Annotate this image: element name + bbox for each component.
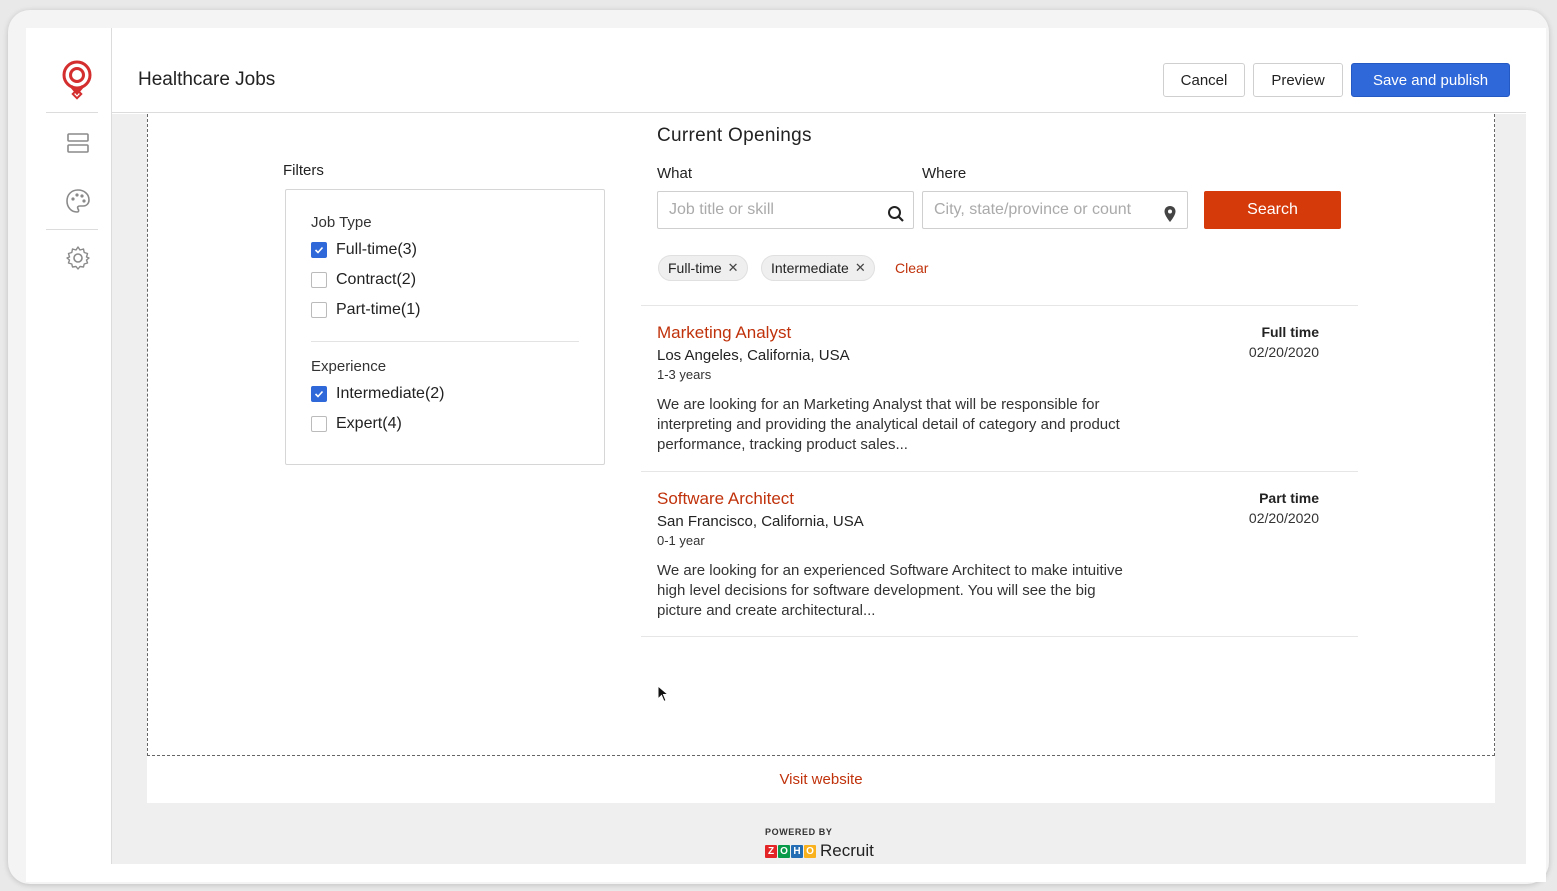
powered-by-badge[interactable]: POWERED BY Z O H O Recruit — [765, 827, 874, 861]
filter-label: Contract(2) — [336, 271, 417, 288]
filters-panel: Job Type Full-time(3) Contract(2) Part-t… — [285, 189, 605, 465]
job-date: 02/20/2020 — [1248, 344, 1319, 360]
what-placeholder: Job title or skill — [669, 201, 774, 218]
filter-checkbox-full-time[interactable]: Full-time(3) — [311, 241, 417, 259]
filter-label: Intermediate(2) — [336, 385, 445, 402]
checkbox-checked-icon[interactable] — [311, 386, 327, 402]
checkbox-icon[interactable] — [311, 416, 327, 432]
active-filter-chip[interactable]: Full-time ✕ — [658, 255, 748, 281]
filter-checkbox-contract[interactable]: Contract(2) — [311, 271, 416, 289]
settings-gear-icon[interactable] — [64, 244, 92, 272]
sidebar — [26, 28, 112, 864]
job-divider — [641, 636, 1358, 637]
zoho-letter: H — [791, 844, 803, 858]
palette-icon[interactable] — [64, 187, 92, 215]
brand-logo-icon[interactable] — [60, 60, 94, 100]
filter-divider — [311, 341, 579, 342]
editor-frame: Healthcare Jobs Cancel Preview Save and … — [26, 28, 1546, 882]
remove-chip-icon[interactable]: ✕ — [728, 260, 739, 276]
filter-checkbox-intermediate[interactable]: Intermediate(2) — [311, 385, 445, 403]
footer-strip: Visit website — [147, 756, 1495, 803]
clear-filters-link[interactable]: Clear — [895, 260, 928, 276]
job-divider — [641, 305, 1358, 306]
filter-checkbox-part-time[interactable]: Part-time(1) — [311, 301, 420, 319]
where-placeholder: City, state/province or count — [934, 201, 1132, 218]
mouse-cursor-icon — [657, 684, 670, 708]
filter-group-title: Job Type — [311, 214, 372, 231]
zoho-logo-icon: Z O H O — [765, 844, 816, 858]
sidebar-divider — [46, 229, 98, 230]
cancel-button[interactable]: Cancel — [1163, 63, 1245, 97]
filter-label: Part-time(1) — [336, 301, 421, 318]
job-date: 02/20/2020 — [1248, 510, 1319, 526]
app-window: Healthcare Jobs Cancel Preview Save and … — [8, 10, 1549, 884]
zoho-letter: O — [778, 844, 790, 858]
powered-by-label: POWERED BY — [765, 827, 833, 837]
job-experience: 0-1 year — [657, 533, 705, 548]
page-title: Healthcare Jobs — [138, 69, 276, 90]
preview-button[interactable]: Preview — [1253, 63, 1343, 97]
job-experience: 1-3 years — [657, 367, 712, 382]
visit-website-link[interactable]: Visit website — [147, 771, 1495, 788]
filter-group-title: Experience — [311, 358, 387, 375]
what-search-input[interactable]: Job title or skill — [657, 191, 914, 229]
job-location: Los Angeles, California, USA — [657, 347, 850, 364]
job-divider — [641, 471, 1358, 472]
job-title-link[interactable]: Software Architect — [657, 489, 794, 509]
chip-label: Full-time — [668, 260, 722, 276]
top-header: Healthcare Jobs Cancel Preview Save and … — [112, 28, 1526, 113]
where-location-input[interactable]: City, state/province or count — [922, 191, 1188, 229]
checkbox-icon[interactable] — [311, 272, 327, 288]
where-label: Where — [922, 165, 967, 182]
active-filter-chip[interactable]: Intermediate ✕ — [761, 255, 875, 281]
job-location: San Francisco, California, USA — [657, 513, 864, 530]
search-icon — [887, 201, 905, 222]
zoho-recruit-logo: Z O H O Recruit — [765, 841, 874, 861]
content-area: Filters Job Type Full-time(3) Contract(2… — [112, 114, 1526, 864]
job-type: Full time — [1261, 324, 1319, 340]
zoho-letter: Z — [765, 844, 777, 858]
what-label: What — [657, 165, 693, 182]
job-description: We are looking for an Marketing Analyst … — [657, 396, 1120, 453]
save-and-publish-button[interactable]: Save and publish — [1351, 63, 1510, 97]
filter-checkbox-expert[interactable]: Expert(4) — [311, 415, 402, 433]
remove-chip-icon[interactable]: ✕ — [855, 260, 866, 276]
openings-title: Current Openings — [657, 125, 812, 146]
checkbox-checked-icon[interactable] — [311, 242, 327, 258]
job-type: Part time — [1259, 490, 1319, 506]
sidebar-divider — [46, 112, 98, 113]
chip-label: Intermediate — [771, 260, 849, 276]
checkbox-icon[interactable] — [311, 302, 327, 318]
job-description: We are looking for an experienced Softwa… — [657, 562, 1123, 619]
layout-sections-icon[interactable] — [64, 129, 92, 157]
filter-label: Expert(4) — [336, 415, 402, 432]
zoho-letter: O — [804, 844, 816, 858]
filters-title: Filters — [283, 162, 324, 179]
careers-page-canvas[interactable]: Filters Job Type Full-time(3) Contract(2… — [147, 114, 1495, 756]
search-button[interactable]: Search — [1204, 191, 1341, 229]
product-name: Recruit — [820, 841, 874, 860]
job-title-link[interactable]: Marketing Analyst — [657, 323, 791, 343]
filter-label: Full-time(3) — [336, 241, 417, 258]
location-pin-icon — [1161, 201, 1179, 222]
